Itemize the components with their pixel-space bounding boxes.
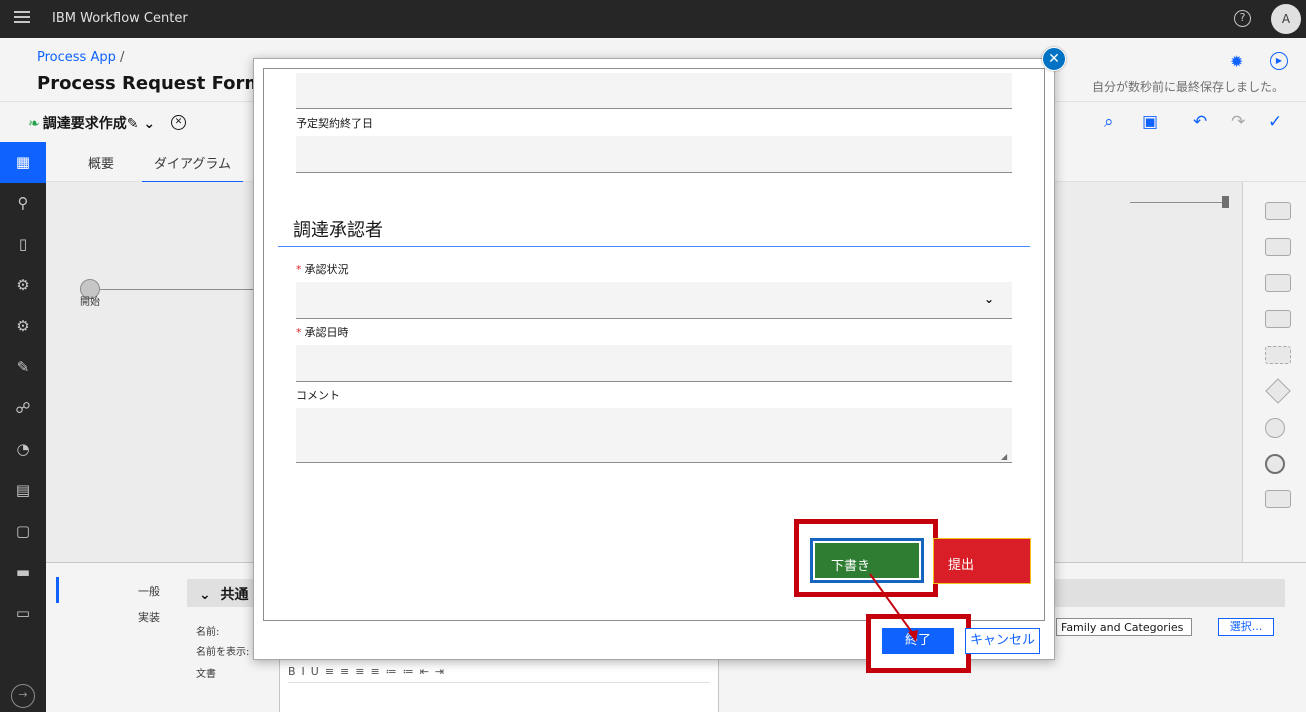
start-event-label: 開始: [80, 297, 100, 308]
comment-label: コメント: [296, 389, 340, 402]
name-label: 名前:: [196, 627, 220, 638]
submit-button[interactable]: 提出: [933, 538, 1031, 584]
process-dropdown-chevron-icon[interactable]: ⌄: [143, 116, 155, 132]
tab-diagram[interactable]: ダイアグラム: [142, 153, 243, 184]
approval-datetime-label-text: 承認日時: [304, 326, 349, 339]
sequence-flow[interactable]: [100, 289, 260, 290]
expand-nav-icon[interactable]: →: [11, 684, 35, 708]
analytics-nav-icon[interactable]: ◔: [0, 429, 46, 470]
chevron-down-icon[interactable]: ⌄: [984, 292, 994, 306]
zoom-slider-track[interactable]: [1130, 202, 1226, 203]
services-nav-icon[interactable]: ⚙: [0, 265, 46, 306]
palette-start-event-icon[interactable]: [1265, 418, 1285, 438]
cancel-button[interactable]: キャンセル: [965, 628, 1040, 654]
palette-script-task-icon[interactable]: [1265, 274, 1291, 292]
teams-nav-icon[interactable]: ☍: [0, 388, 46, 429]
run-play-icon[interactable]: ▶: [1270, 52, 1288, 70]
top-bar: IBM Workflow Center ? A: [0, 0, 1306, 38]
palette-note-icon[interactable]: [1265, 490, 1291, 508]
arrow-line: [869, 573, 917, 639]
process-name[interactable]: ❧ 調達要求作成✎ ⌄: [28, 113, 155, 133]
process-name-label: 調達要求作成✎: [42, 116, 139, 132]
help-icon[interactable]: ?: [1234, 10, 1251, 27]
palette: [1242, 182, 1306, 562]
close-process-icon[interactable]: ✕: [171, 115, 186, 130]
previous-field-input[interactable]: [296, 73, 1012, 109]
collapse-chevron-icon[interactable]: ⌄: [199, 587, 211, 603]
required-marker: *: [296, 326, 302, 339]
breadcrumb-process-app[interactable]: Process App: [37, 50, 116, 65]
breadcrumb-separator: /: [115, 50, 125, 65]
rich-text-toolbar[interactable]: BIU≡≡≡≡≔≔⇤⇥: [288, 665, 710, 683]
approval-status-label-text: 承認状況: [304, 263, 349, 276]
choose-button[interactable]: 選択...: [1218, 618, 1274, 636]
toolkit-nav-icon[interactable]: ▬: [0, 552, 46, 593]
processes-nav-icon[interactable]: ▦: [0, 142, 46, 183]
charts-nav-icon[interactable]: ▤: [0, 470, 46, 511]
undo-icon[interactable]: ↶: [1193, 112, 1207, 132]
approver-section-title: 調達承認者: [293, 220, 383, 241]
required-marker: *: [296, 263, 302, 276]
zoom-slider-handle[interactable]: [1222, 196, 1229, 208]
palette-user-task-icon[interactable]: [1265, 202, 1291, 220]
approval-status-select[interactable]: [296, 282, 1012, 319]
approval-status-label: * 承認状況: [296, 261, 349, 277]
folder-nav-icon[interactable]: ▭: [0, 593, 46, 634]
palette-service-task-icon[interactable]: [1265, 238, 1291, 256]
props-tab-implementation[interactable]: 実装: [138, 609, 160, 625]
common-section-title: 共通: [220, 587, 249, 603]
app-title: IBM Workflow Center: [52, 11, 188, 26]
approval-datetime-input[interactable]: [296, 345, 1012, 382]
end-date-input[interactable]: [296, 136, 1012, 173]
hamburger-menu-icon[interactable]: [14, 11, 30, 25]
breadcrumb: Process App /: [37, 50, 124, 65]
validation-check-icon[interactable]: ✓: [1268, 112, 1282, 132]
arrow-head: [908, 630, 918, 642]
annotation-arrow: [869, 573, 918, 642]
avatar[interactable]: A: [1271, 4, 1301, 34]
settings-nav-icon[interactable]: ⚙: [0, 306, 46, 347]
comment-textarea[interactable]: [296, 408, 1012, 463]
palette-subprocess-icon[interactable]: [1265, 310, 1291, 328]
section-divider: [278, 246, 1030, 247]
family-field[interactable]: Family and Categories: [1056, 618, 1192, 636]
snapshot-camera-icon[interactable]: ▣: [1142, 112, 1158, 132]
search-icon[interactable]: ⌕: [1104, 112, 1114, 132]
display-name-label: 名前を表示:: [196, 647, 250, 658]
process-leaf-icon: ❧: [28, 116, 40, 132]
side-navigation: ▦ ⚲ ▯ ⚙ ⚙ ✎ ☍ ◔ ▤ ▢ ▬ ▭ →: [0, 142, 46, 712]
documentation-label: 文書: [196, 669, 216, 680]
close-modal-icon[interactable]: ✕: [1042, 47, 1066, 71]
save-status: 自分が数秒前に最終保存しました。: [1092, 80, 1285, 94]
resize-handle-icon[interactable]: ◢: [1001, 452, 1007, 461]
files-nav-icon[interactable]: ▢: [0, 511, 46, 552]
documentation-editor[interactable]: BIU≡≡≡≡≔≔⇤⇥: [279, 659, 719, 712]
flows-nav-icon[interactable]: ⚲: [0, 183, 46, 224]
redo-icon[interactable]: ↷: [1231, 112, 1245, 132]
palette-end-event-icon[interactable]: [1265, 454, 1285, 474]
tab-overview[interactable]: 概要: [88, 153, 114, 172]
palette-linked-process-icon[interactable]: [1265, 346, 1291, 364]
approval-datetime-label: * 承認日時: [296, 324, 349, 340]
palette-gateway-icon[interactable]: [1265, 378, 1291, 404]
page-title: Process Request Form R: [37, 73, 284, 94]
debug-bug-icon[interactable]: ✹: [1230, 52, 1243, 71]
events-nav-icon[interactable]: ✎: [0, 347, 46, 388]
active-tab-indicator: [56, 577, 59, 603]
mobile-nav-icon[interactable]: ▯: [0, 224, 46, 265]
end-date-label: 予定契約終了日: [296, 117, 373, 130]
props-tab-general[interactable]: 一般: [138, 583, 160, 599]
